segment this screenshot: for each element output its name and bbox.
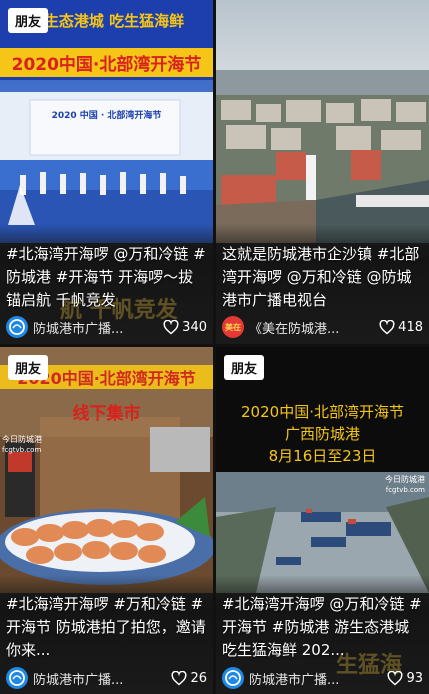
card-footer: 防城港市广播... 93 (216, 663, 429, 693)
video-card-4[interactable]: 2020中国·北部湾开海节 广西防城港 8月16日至23日 今日防城港 fcgt… (216, 347, 429, 694)
author-avatar[interactable]: 美在 (222, 316, 244, 338)
friend-badge: 朋友 (224, 355, 265, 380)
video-thumbnail-3[interactable]: 2020中国·北部湾开海节 线下集市 今日防城港 fcgtvb.com (0, 347, 213, 593)
title-line-2: 广西防城港 (284, 425, 360, 443)
title-line-1: 2020中国·北部湾开海节 (241, 403, 404, 421)
heart-outline-icon (379, 319, 395, 334)
like-count: 26 (190, 670, 207, 686)
channel-logo: 今日防城港 fcgtvb.com (2, 435, 42, 454)
video-caption[interactable]: #北海湾开海啰 @万和冷链 #防城港 #开海节 开海啰～拔锚启航 千帆竞发 (0, 243, 213, 312)
video-caption[interactable]: #北海湾开海啰 #万和冷链 #开海节 防城港拍了拍您，邀请你来... (0, 593, 213, 662)
like-count: 418 (398, 319, 423, 335)
like-button[interactable]: 418 (379, 319, 423, 335)
author-name[interactable]: 防城港市广播... (249, 669, 383, 688)
card-footer: 美在 《美在防城港... 418 (216, 312, 429, 342)
author-name[interactable]: 防城港市广播... (33, 669, 167, 688)
video-caption[interactable]: 这就是防城港市企沙镇 #北部湾开海啰 @万和冷链 @防城港市广播电视台 (216, 243, 429, 312)
heart-outline-icon (171, 670, 187, 685)
heart-outline-icon (163, 319, 179, 334)
video-card-1[interactable]: 吃生态港城 吃生猛海鲜 2020中国·北部湾开海节 2020 中国 · 北部湾开… (0, 0, 213, 344)
author-avatar[interactable] (222, 667, 244, 689)
video-caption[interactable]: #北海湾开海啰 @万和冷链 #开海节 #防城港 游生态港城 吃生猛海鲜 202.… (216, 593, 429, 662)
video-card-2[interactable]: 这就是防城港市企沙镇 #北部湾开海啰 @万和冷链 @防城港市广播电视台 美在 《… (216, 0, 429, 344)
like-count: 340 (182, 319, 207, 335)
fcg-logo-icon (9, 319, 25, 335)
like-button[interactable]: 340 (163, 319, 207, 335)
friend-badge: 朋友 (8, 8, 49, 33)
like-button[interactable]: 93 (387, 670, 423, 686)
fcg-logo-icon (225, 670, 241, 686)
author-avatar[interactable] (6, 667, 28, 689)
video-feed-grid: 吃生态港城 吃生猛海鲜 2020中国·北部湾开海节 2020 中国 · 北部湾开… (0, 0, 429, 694)
like-button[interactable]: 26 (171, 670, 207, 686)
card-footer: 防城港市广播... 26 (0, 663, 213, 693)
banner-title-text: 2020中国·北部湾开海节 (0, 48, 213, 77)
avatar-text: 美在 (225, 322, 241, 332)
friend-badge: 朋友 (8, 355, 49, 380)
author-name[interactable]: 防城港市广播... (33, 318, 159, 337)
heart-outline-icon (387, 670, 403, 685)
banner-sub-text: 线下集市 (72, 404, 141, 424)
author-name[interactable]: 《美在防城港... (249, 318, 375, 337)
like-count: 93 (406, 670, 423, 686)
video-thumbnail-2[interactable] (216, 0, 429, 243)
video-thumbnail-1[interactable]: 吃生态港城 吃生猛海鲜 2020中国·北部湾开海节 2020 中国 · 北部湾开… (0, 0, 213, 243)
stage-title-text: 2020 中国 · 北部湾开海节 (51, 111, 162, 121)
channel-logo: 今日防城港 fcgtvb.com (385, 475, 425, 494)
author-avatar[interactable] (6, 316, 28, 338)
video-thumbnail-4[interactable]: 2020中国·北部湾开海节 广西防城港 8月16日至23日 今日防城港 fcgt… (216, 347, 429, 593)
title-line-3: 8月16日至23日 (268, 447, 377, 465)
card-footer: 防城港市广播... 340 (0, 312, 213, 342)
video-card-3[interactable]: 2020中国·北部湾开海节 线下集市 今日防城港 fcgtvb.com 朋友 #… (0, 347, 213, 694)
fcg-logo-icon (9, 670, 25, 686)
